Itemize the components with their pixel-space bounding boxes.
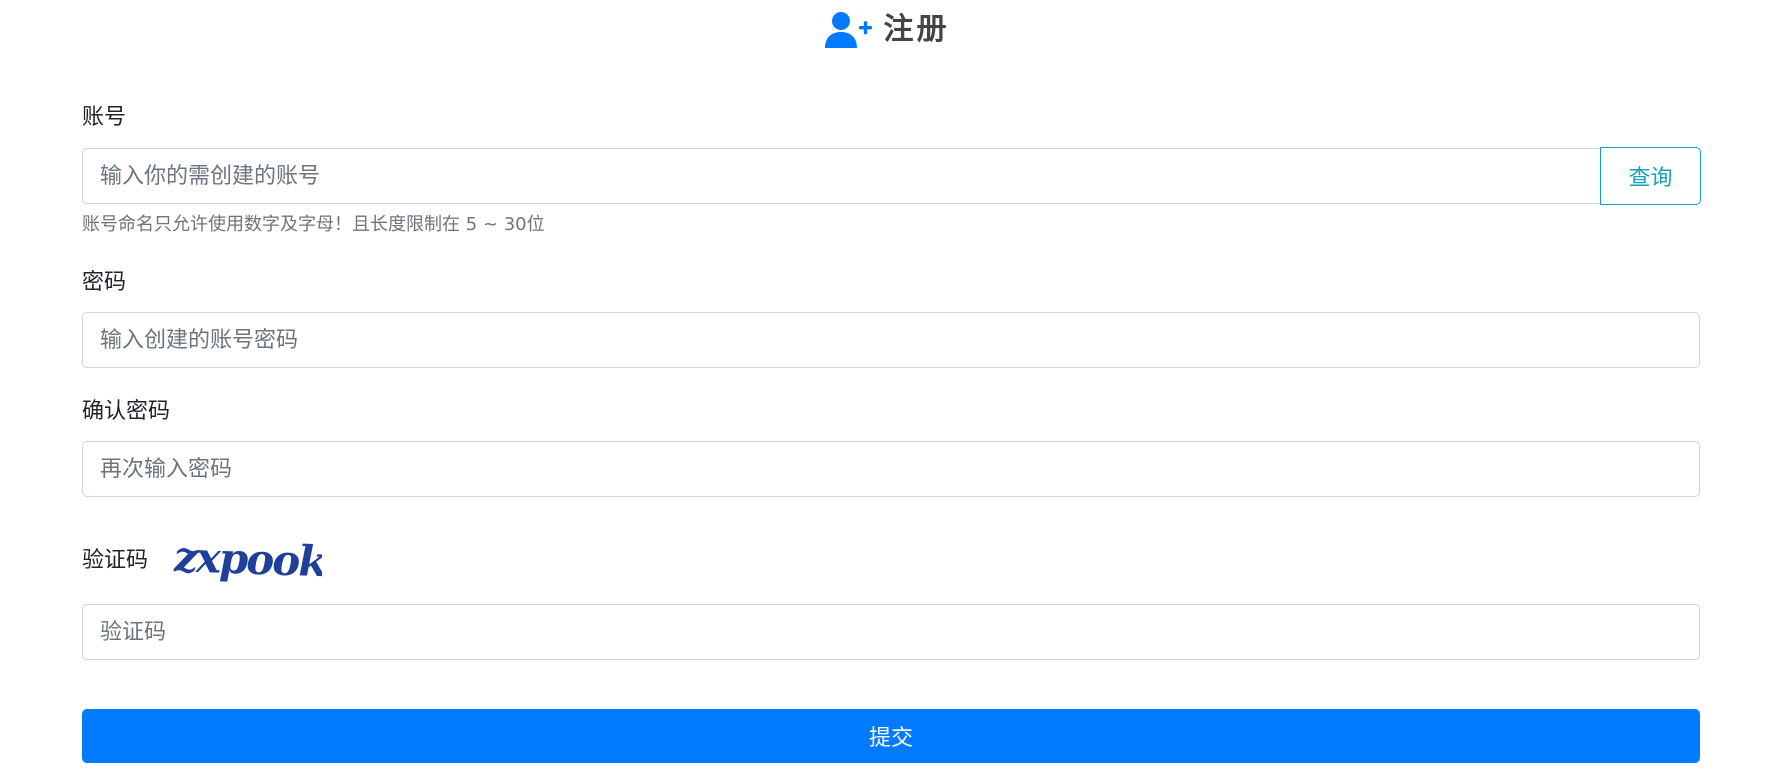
captcha-input[interactable]	[82, 604, 1700, 660]
page-header: 注册	[0, 8, 1773, 52]
captcha-image[interactable]: zxpook	[172, 533, 322, 585]
password-input[interactable]	[82, 312, 1700, 368]
captcha-label: 验证码	[82, 548, 149, 573]
confirm-password-label: 确认密码	[82, 399, 171, 424]
account-help-text: 账号命名只允许使用数字及字母！且长度限制在 5 ~ 30位	[82, 214, 545, 235]
user-plus-icon	[824, 10, 874, 50]
page-title: 注册	[883, 12, 950, 47]
svg-text:zxpook: zxpook	[173, 533, 322, 585]
password-label: 密码	[82, 270, 127, 295]
query-button[interactable]: 查询	[1600, 147, 1701, 205]
submit-button[interactable]: 提交	[82, 709, 1700, 763]
account-label: 账号	[82, 105, 127, 130]
confirm-password-input[interactable]	[82, 441, 1700, 497]
account-input[interactable]	[82, 148, 1601, 204]
